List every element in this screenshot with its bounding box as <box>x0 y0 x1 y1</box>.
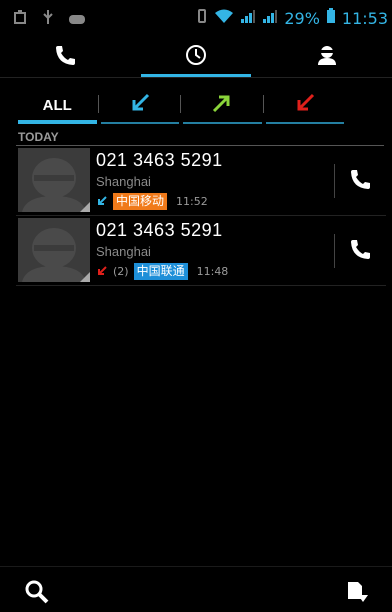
game-icon <box>68 10 86 29</box>
battery-icon <box>326 8 336 28</box>
divider <box>16 285 386 286</box>
avatar[interactable] <box>18 218 90 282</box>
android-icon <box>42 9 54 29</box>
divider <box>16 215 386 216</box>
incoming-call-icon <box>96 192 108 211</box>
call-time: 11:48 <box>196 264 229 278</box>
section-title: TODAY <box>18 130 59 144</box>
sim-badge: 中国移动 <box>113 192 168 210</box>
divider <box>0 77 392 78</box>
call-meta: (2) 中国联通 11:48 <box>96 262 228 280</box>
filter-incoming[interactable] <box>99 86 181 124</box>
clock: 11:53 <box>341 8 388 28</box>
missed-call-icon <box>96 262 108 281</box>
clock-icon <box>185 44 207 70</box>
call-button[interactable] <box>342 236 378 266</box>
status-bar: 29% 11:53 <box>0 0 392 34</box>
call-info: 021 3463 5291 Shanghai 中国移动 11:52 <box>96 150 223 210</box>
tab-phone[interactable] <box>0 36 131 78</box>
call-time: 11:52 <box>176 194 208 208</box>
phone-number: 021 3463 5291 <box>96 150 223 170</box>
menu-icon[interactable] <box>344 579 370 609</box>
filter-outgoing[interactable] <box>181 86 264 124</box>
bottom-action-bar <box>0 566 392 612</box>
battery-percent: 29% <box>284 8 320 28</box>
divider <box>334 164 335 198</box>
phone-icon <box>53 43 77 71</box>
filter-underline <box>265 122 344 124</box>
search-icon[interactable] <box>24 579 50 609</box>
divider <box>334 234 335 268</box>
usb-icon <box>14 9 28 29</box>
incoming-arrow-icon <box>129 92 151 118</box>
sim-badge: 中国联通 <box>133 262 188 280</box>
filter-underline <box>100 122 179 124</box>
filter-all[interactable]: ALL <box>16 86 99 124</box>
tab-call-log[interactable] <box>131 36 262 78</box>
filter-underline <box>18 120 97 124</box>
vibrate-icon <box>196 8 208 28</box>
location: Shanghai <box>96 244 151 259</box>
top-tab-bar <box>0 36 392 78</box>
avatar[interactable] <box>18 148 90 212</box>
person-icon <box>316 44 338 70</box>
missed-arrow-icon <box>294 92 316 118</box>
default-contact-icon <box>18 148 90 212</box>
wifi-icon <box>214 8 234 28</box>
call-info: 021 3463 5291 Shanghai (2) 中国联通 11:48 <box>96 220 228 280</box>
call-log-row[interactable]: 021 3463 5291 Shanghai 中国移动 11:52 <box>16 148 386 216</box>
call-log-row[interactable]: 021 3463 5291 Shanghai (2) 中国联通 11:48 <box>16 218 386 286</box>
phone-icon <box>348 237 372 265</box>
section-header: TODAY <box>16 126 384 146</box>
signal-icon-2 <box>262 8 278 28</box>
call-count: (2) <box>113 264 129 278</box>
filter-all-label: ALL <box>42 96 72 114</box>
outgoing-arrow-icon <box>211 92 233 118</box>
tab-contacts[interactable] <box>261 36 392 78</box>
phone-number: 021 3463 5291 <box>96 220 223 240</box>
phone-icon <box>348 167 372 195</box>
location: Shanghai <box>96 174 151 189</box>
default-contact-icon <box>18 218 90 282</box>
call-button[interactable] <box>342 166 378 196</box>
signal-icon <box>240 8 256 28</box>
filter-missed[interactable] <box>264 86 347 124</box>
filter-underline <box>183 122 262 124</box>
divider <box>16 145 384 146</box>
call-filter-tabs: ALL <box>16 86 346 124</box>
call-meta: 中国移动 11:52 <box>96 192 223 210</box>
